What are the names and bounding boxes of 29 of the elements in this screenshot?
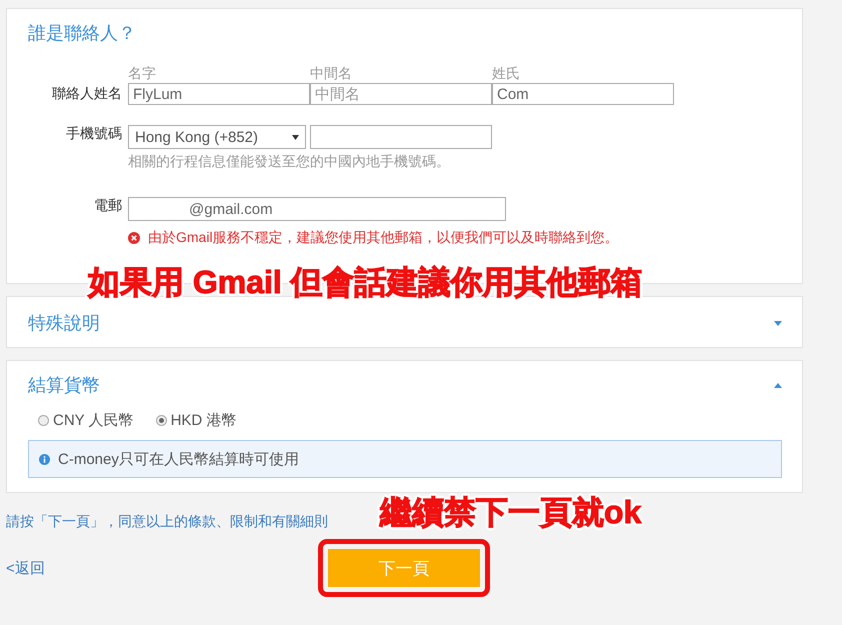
hint-text: 相關的行程信息僅能發送至您的中國內地手機號碼。: [128, 153, 451, 171]
section-title: 特殊說明: [28, 312, 100, 335]
error-icon: [128, 232, 140, 244]
field-label: 手機號碼: [65, 125, 122, 143]
caret-icon[interactable]: [774, 382, 782, 388]
terms-text: 請按「下一頁」，同意以上的條款、限制和有關細則: [6, 513, 328, 531]
annotation-text: 繼續禁下一頁就ok: [380, 493, 642, 532]
field-label: 聯絡人姓名: [51, 85, 122, 103]
caret-icon[interactable]: [774, 320, 782, 326]
input-field[interactable]: Com: [492, 83, 674, 105]
input-field[interactable]: FlyLum: [128, 83, 310, 105]
dropdown-arrow-icon: [292, 134, 299, 140]
currency-radio[interactable]: HKD 港幣: [156, 411, 236, 430]
back-link[interactable]: <返回: [6, 558, 318, 578]
section-title: 結算貨幣: [28, 374, 100, 397]
annotation-text: 如果用 Gmail 但會話建議你用其他郵箱: [88, 263, 643, 302]
field-label: 姓氏: [492, 64, 521, 83]
input-field[interactable]: [310, 125, 492, 149]
field-label: 中間名: [310, 64, 353, 83]
input-field[interactable]: 中間名: [310, 83, 492, 105]
currency-radio[interactable]: CNY 人民幣: [38, 411, 134, 430]
country-dropdown[interactable]: Hong Kong (+852): [128, 125, 306, 149]
info-icon: [39, 454, 50, 464]
info-text: C-money只可在人民幣結算時可使用: [58, 450, 299, 468]
field-label: 名字: [128, 64, 157, 83]
field-label: 電郵: [93, 197, 122, 215]
section-title: 誰是聯絡人？: [28, 22, 136, 45]
error-message: 由於Gmail服務不穩定，建議您使用其他郵箱，以便我們可以及時聯絡到您。: [148, 229, 619, 247]
input-field[interactable]: @gmail.com: [128, 197, 506, 221]
